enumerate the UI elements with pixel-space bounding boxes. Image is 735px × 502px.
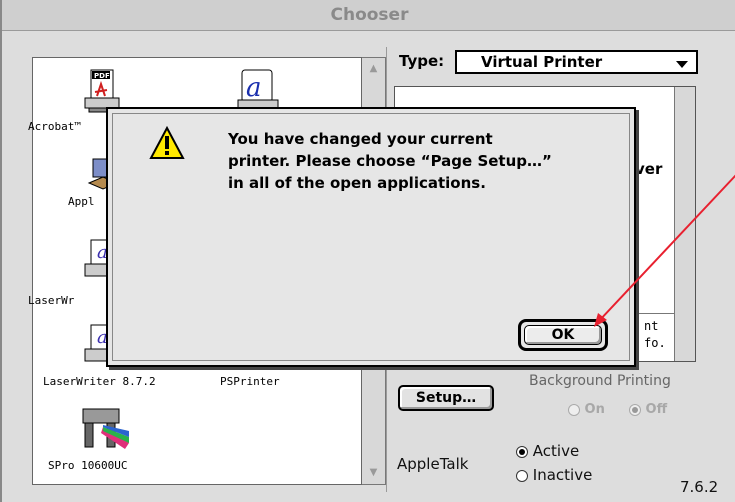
scroll-up-arrow-icon[interactable]: ▲ <box>362 58 385 80</box>
radio-selected-icon <box>516 445 528 458</box>
alert-dialog: You have changed your current printer. P… <box>106 107 636 367</box>
partial-footer-2: fo. <box>644 336 666 350</box>
partial-footer-1: nt <box>644 319 659 333</box>
background-printing-off[interactable]: Off <box>629 402 667 417</box>
device-label: Appl <box>68 195 95 208</box>
type-label: Type: <box>399 52 445 70</box>
window-title: Chooser <box>330 5 409 25</box>
background-printing-on[interactable]: On <box>568 402 605 417</box>
appletalk-inactive-label: Inactive <box>532 466 593 484</box>
radio-selected-icon <box>629 403 641 416</box>
radio-icon <box>516 469 528 482</box>
device-label: PSPrinter <box>220 375 280 388</box>
appletalk-inactive[interactable]: Inactive <box>516 466 592 484</box>
device-label: LaserWr <box>28 294 75 307</box>
device-label: SPro 10600UC <box>48 459 128 472</box>
device-label: LaserWriter 8.7.2 <box>43 375 156 388</box>
bg-on-label: On <box>584 402 605 417</box>
svg-text:PDF: PDF <box>94 72 110 80</box>
version-label: 7.6.2 <box>680 478 719 496</box>
dropdown-arrow-icon <box>676 61 688 68</box>
type-select[interactable]: Virtual Printer <box>455 50 698 74</box>
epson-stylus-pro-icon <box>82 408 129 449</box>
bg-off-label: Off <box>645 402 668 417</box>
appletalk-active[interactable]: Active <box>516 442 579 460</box>
svg-text:a: a <box>246 73 262 103</box>
alert-message: You have changed your current printer. P… <box>228 130 552 192</box>
device-label: Acrobat™ <box>28 120 81 133</box>
setup-button[interactable]: Setup… <box>398 385 494 411</box>
scroll-down-arrow-icon[interactable]: ▼ <box>362 462 385 484</box>
background-printing-label: Background Printing <box>529 373 671 389</box>
appletalk-active-label: Active <box>532 442 580 460</box>
appletalk-label: AppleTalk <box>397 455 469 473</box>
device-spro[interactable]: SPro 10600UC <box>28 403 178 472</box>
ok-button-label: OK <box>524 325 602 345</box>
printer-list-scrollbar[interactable] <box>674 87 695 361</box>
title-bar[interactable]: Chooser <box>2 0 735 31</box>
radio-icon <box>568 403 580 416</box>
ok-button[interactable]: OK <box>518 319 608 351</box>
chooser-window: Chooser PDF Acrobat™ a Appl a LaserWr a … <box>0 0 735 502</box>
type-select-value: Virtual Printer <box>481 53 603 71</box>
warning-triangle-icon <box>149 126 185 159</box>
partial-text: ver <box>635 160 663 178</box>
